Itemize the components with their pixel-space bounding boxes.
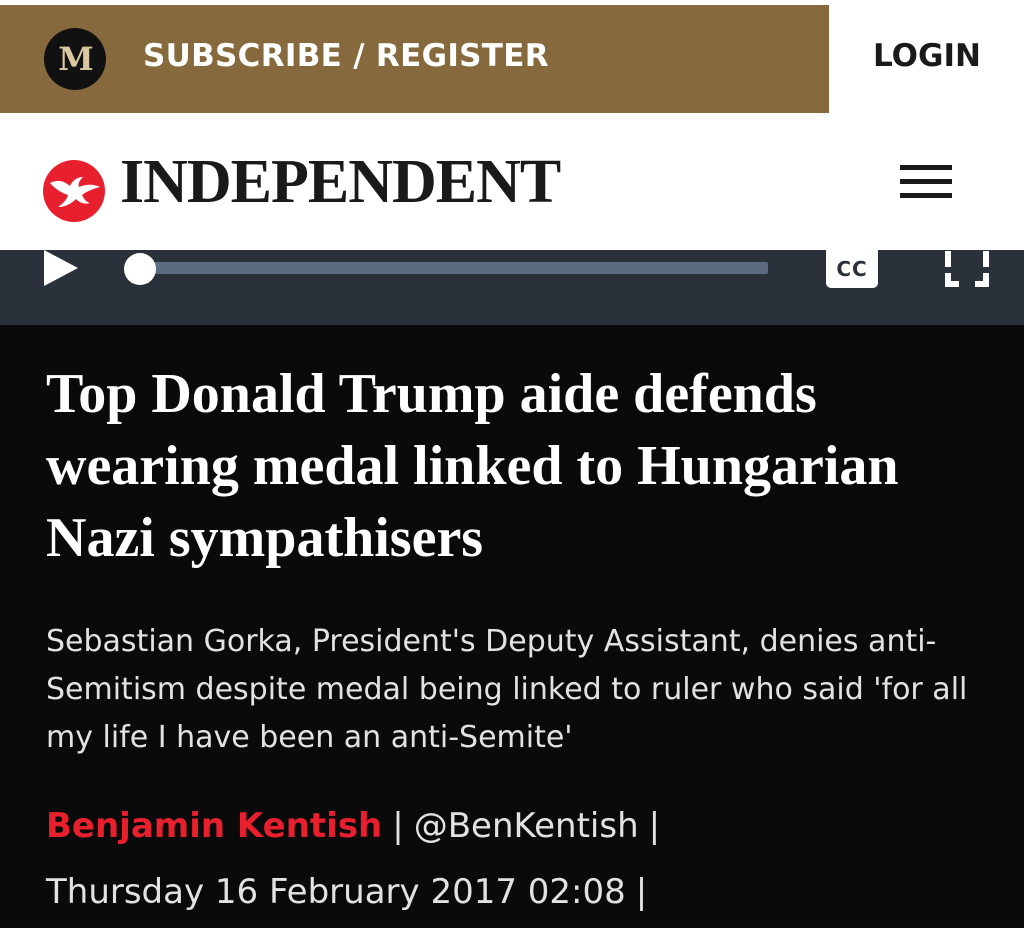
video-player-controls: CC [0, 250, 1024, 325]
article-headline: Top Donald Trump aide defends wearing me… [46, 363, 899, 569]
progress-handle[interactable] [124, 253, 156, 285]
byline-separator: | [648, 806, 661, 846]
play-icon[interactable] [40, 250, 82, 288]
publish-date-text: Thursday 16 February 2017 02:08 [46, 872, 626, 912]
eagle-icon[interactable] [42, 159, 106, 223]
site-header: INDEPENDENT [0, 113, 1024, 250]
login-link[interactable]: LOGIN [873, 38, 981, 74]
closed-captions-button[interactable]: CC [826, 250, 878, 288]
byline-separator: | [392, 806, 404, 846]
hamburger-menu-icon[interactable] [895, 165, 957, 207]
publish-date: Thursday 16 February 2017 02:08 | [46, 872, 657, 912]
video-progress-bar[interactable] [138, 262, 768, 274]
fullscreen-icon[interactable] [944, 250, 990, 288]
site-logo[interactable]: INDEPENDENT [120, 147, 561, 218]
date-separator: | [635, 872, 648, 912]
author-link[interactable]: Benjamin Kentish [46, 806, 382, 846]
premium-bar: M SUBSCRIBE / REGISTER LOGIN [0, 0, 1024, 113]
subscribe-register-link[interactable]: SUBSCRIBE / REGISTER [143, 38, 549, 74]
byline: Benjamin Kentish | @BenKentish | [46, 806, 996, 846]
author-twitter-link[interactable]: @BenKentish [414, 806, 639, 846]
article-standfirst: Sebastian Gorka, President's Deputy Assi… [46, 624, 968, 755]
premium-logo-icon[interactable]: M [44, 28, 106, 90]
